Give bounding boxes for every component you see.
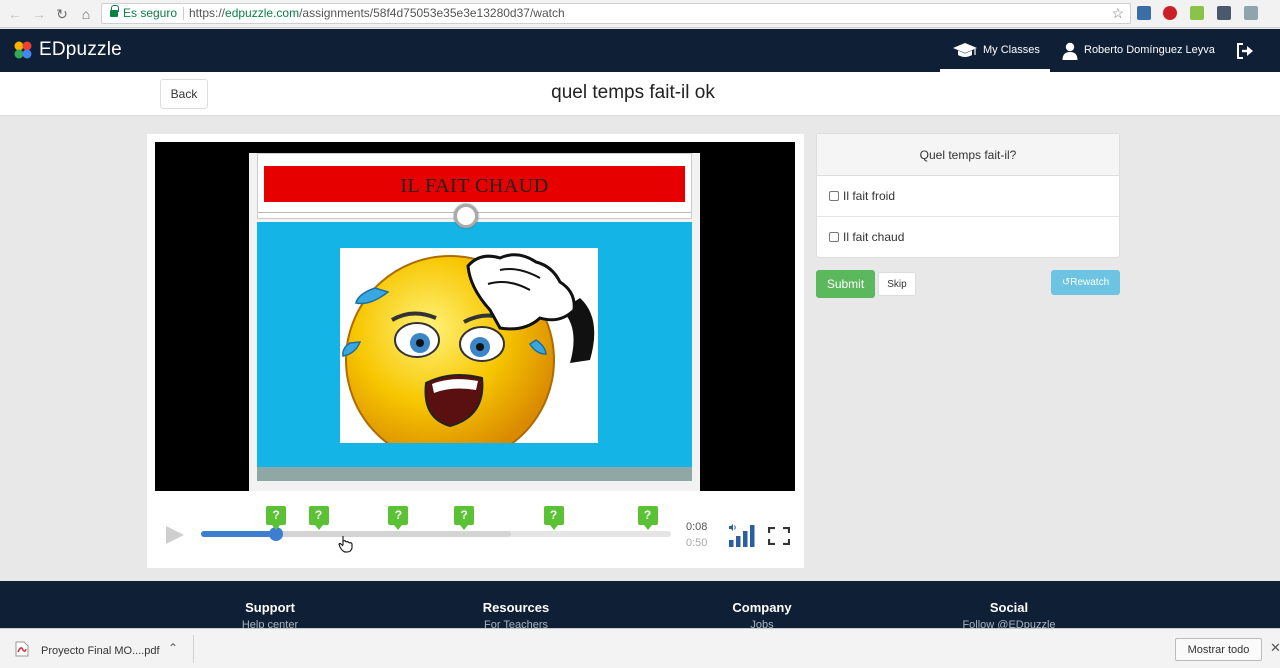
- chevron-up-icon[interactable]: ⌃: [168, 641, 178, 655]
- pinterest-icon[interactable]: [1163, 6, 1177, 20]
- submit-button[interactable]: Submit: [816, 270, 875, 298]
- footer-column-support: Support Help center: [170, 581, 370, 629]
- progress-bar[interactable]: [201, 527, 671, 541]
- play-icon[interactable]: [166, 526, 184, 544]
- answer-checkbox-1[interactable]: [829, 191, 839, 201]
- extension-icon-4[interactable]: [1217, 6, 1231, 20]
- rewatch-icon: ↺: [1061, 277, 1071, 288]
- lock-icon: [110, 5, 119, 18]
- video-panel: IL FAIT CHAUD ? ? ? ? ? ? 0:08 0:50: [147, 134, 804, 568]
- video-player[interactable]: IL FAIT CHAUD: [155, 142, 795, 491]
- answer-label-2: Il fait chaud: [843, 230, 905, 244]
- pdf-file-icon: [15, 641, 29, 657]
- slide-body: [257, 222, 692, 467]
- graduation-cap-icon: [953, 43, 977, 57]
- question-marker-5[interactable]: ?: [543, 506, 564, 530]
- rewatch-label: Rewatch: [1070, 277, 1110, 288]
- footer-heading: Social: [989, 600, 1029, 615]
- extension-icon-5[interactable]: [1244, 6, 1258, 20]
- my-classes-label: My Classes: [983, 44, 1040, 56]
- sweating-emoji-image: [340, 248, 598, 443]
- slide-footer-band: [257, 467, 692, 481]
- address-bar[interactable]: Es seguro https://edpuzzle.com/assignmen…: [101, 3, 1131, 24]
- nav-my-classes[interactable]: My Classes: [940, 29, 1050, 72]
- logout-icon[interactable]: [1236, 43, 1254, 59]
- footer-heading: Company: [732, 600, 792, 615]
- app-header: EDpuzzle My Classes Roberto Domínguez Le…: [0, 29, 1280, 72]
- volume-icon[interactable]: [727, 522, 757, 548]
- reload-icon[interactable]: ↻: [53, 5, 71, 23]
- answer-checkbox-2[interactable]: [829, 232, 839, 242]
- fullscreen-icon[interactable]: [768, 527, 790, 545]
- answer-label-1: Il fait froid: [843, 189, 896, 203]
- user-icon: [1062, 42, 1078, 60]
- url-text: https://edpuzzle.com/assignments/58f4d75…: [189, 4, 565, 23]
- answer-option-1[interactable]: Il fait froid: [817, 176, 1119, 217]
- back-arrow-icon[interactable]: ←: [6, 5, 24, 23]
- rewatch-button[interactable]: ↺Rewatch: [1051, 270, 1120, 295]
- footer-column-resources: Resources For Teachers: [416, 581, 616, 629]
- download-separator: [193, 635, 194, 663]
- question-panel: Quel temps fait-il? Il fait froid Il fai…: [816, 133, 1120, 258]
- url-host: edpuzzle.com: [225, 6, 300, 20]
- close-icon[interactable]: ✕: [1270, 640, 1280, 656]
- secure-label: Es seguro: [123, 6, 178, 20]
- footer-heading: Support: [245, 600, 295, 615]
- question-marker-1[interactable]: ?: [266, 506, 287, 530]
- extension-icon-1[interactable]: [1137, 6, 1151, 20]
- answer-option-2[interactable]: Il fait chaud: [817, 217, 1119, 258]
- user-name[interactable]: Roberto Domínguez Leyva: [1084, 29, 1215, 72]
- question-marker-3[interactable]: ?: [388, 506, 409, 530]
- duration: 0:50: [686, 537, 708, 549]
- current-time: 0:08: [686, 521, 708, 533]
- url-scheme: https://: [189, 6, 226, 20]
- video-question-ring-icon: [454, 204, 478, 228]
- progress-played: [201, 531, 277, 537]
- slide-caption: IL FAIT CHAUD: [264, 166, 685, 202]
- assignment-titlebar: Back quel temps fait-il ok: [0, 72, 1280, 116]
- footer-column-company: Company Jobs: [662, 581, 862, 629]
- extension-icon-3[interactable]: [1190, 6, 1204, 20]
- forward-arrow-icon[interactable]: →: [30, 5, 48, 23]
- edpuzzle-logo-icon[interactable]: [13, 40, 33, 60]
- page-title: quel temps fait-il ok: [551, 82, 715, 103]
- show-all-downloads-button[interactable]: Mostrar todo: [1175, 638, 1262, 661]
- brand-name[interactable]: EDpuzzle: [39, 39, 122, 61]
- skip-button[interactable]: Skip: [878, 272, 916, 296]
- browser-toolbar: ← → ↻ ⌂ Es seguro https://edpuzzle.com/a…: [0, 0, 1280, 28]
- question-marker-6[interactable]: ?: [637, 506, 658, 530]
- footer-column-social: Social Follow @EDpuzzle: [909, 581, 1109, 629]
- question-marker-2[interactable]: ?: [308, 506, 329, 530]
- site-footer: Support Help center Resources For Teache…: [0, 581, 1280, 629]
- download-file-name[interactable]: Proyecto Final MO....pdf: [41, 645, 160, 657]
- video-slide: IL FAIT CHAUD: [249, 153, 700, 491]
- video-controls: ?????? 0:08 0:50: [147, 504, 804, 564]
- question-prompt: Quel temps fait-il?: [817, 134, 1119, 176]
- download-bar: Proyecto Final MO....pdf ⌃ Mostrar todo …: [0, 628, 1280, 668]
- url-separator: [183, 7, 184, 20]
- url-path: /assignments/58f4d75053e35e3e13280d37/wa…: [299, 6, 565, 20]
- star-icon[interactable]: ☆: [1111, 4, 1124, 23]
- home-icon[interactable]: ⌂: [77, 5, 95, 23]
- hand-cursor-icon: [338, 536, 353, 553]
- question-marker-4[interactable]: ?: [454, 506, 475, 530]
- footer-heading: Resources: [482, 600, 550, 615]
